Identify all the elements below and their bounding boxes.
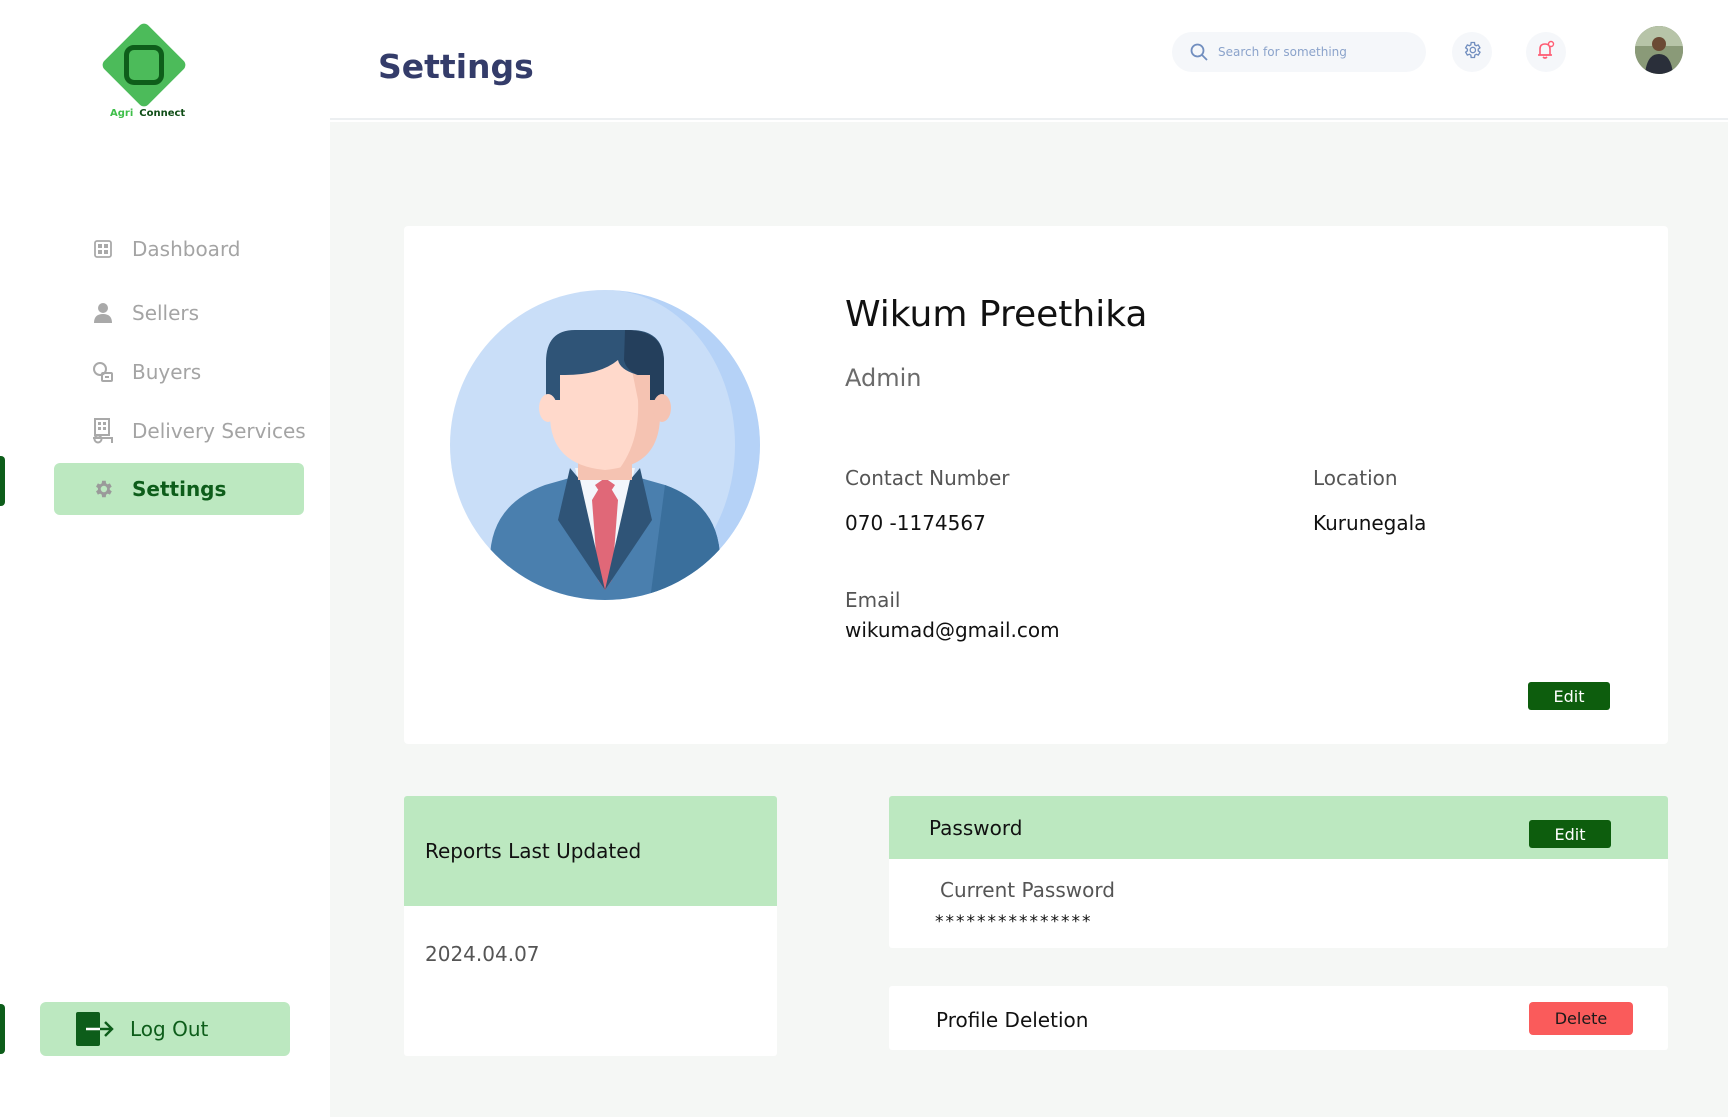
location-label: Location <box>1313 466 1398 490</box>
reports-card: Reports Last Updated 2024.04.07 <box>404 796 777 1056</box>
email-label: Email <box>845 588 901 612</box>
password-card: Password Edit Current Password *********… <box>889 796 1668 948</box>
logout-button[interactable]: Log Out <box>40 1002 290 1056</box>
gear-icon <box>1462 40 1482 64</box>
search-input[interactable] <box>1218 45 1408 59</box>
reports-title: Reports Last Updated <box>404 796 777 906</box>
edit-profile-button[interactable]: Edit <box>1528 682 1610 710</box>
profile-card: Wikum Preethika Admin Contact Number 070… <box>404 226 1668 744</box>
logo-word-agri: Agri <box>110 108 134 119</box>
profile-avatar-illustration <box>450 290 760 600</box>
contact-number-value: 070 -1174567 <box>845 511 986 535</box>
sidebar-item-label: Delivery Services <box>132 419 306 443</box>
sidebar-item-buyers[interactable]: Buyers <box>54 346 304 398</box>
sidebar-item-label: Buyers <box>132 360 202 384</box>
sidebar-item-dashboard[interactable]: Dashboard <box>54 223 304 275</box>
profile-name: Wikum Preethika <box>845 294 1148 335</box>
logo-inner-mark <box>124 45 164 85</box>
current-password-label: Current Password <box>940 878 1115 902</box>
active-nav-indicator <box>0 456 5 506</box>
sidebar: Agri Connect Dashboard Sellers Buyers Del… <box>0 0 330 1117</box>
password-title: Password <box>929 816 1023 840</box>
top-header: Settings <box>330 0 1728 120</box>
reports-date: 2024.04.07 <box>425 942 540 966</box>
contact-number-label: Contact Number <box>845 466 1010 490</box>
search-icon <box>1190 43 1208 61</box>
profile-role: Admin <box>845 364 922 392</box>
sidebar-item-sellers[interactable]: Sellers <box>54 287 304 339</box>
edit-password-button[interactable]: Edit <box>1529 820 1611 848</box>
page-title: Settings <box>378 47 534 86</box>
sidebar-item-settings[interactable]: Settings <box>54 463 304 515</box>
settings-button[interactable] <box>1452 32 1492 72</box>
profile-deletion-label: Profile Deletion <box>936 1008 1089 1032</box>
delete-profile-button[interactable]: Delete <box>1529 1002 1633 1035</box>
email-value: wikumad@gmail.com <box>845 618 1060 642</box>
password-header: Password Edit <box>889 796 1668 859</box>
sidebar-item-label: Settings <box>132 477 227 501</box>
logo-text: Agri Connect <box>110 108 185 119</box>
user-avatar[interactable] <box>1635 26 1683 74</box>
logout-label: Log Out <box>130 1017 209 1041</box>
agri-connect-logo[interactable]: Agri Connect <box>100 21 200 125</box>
delivery-icon <box>92 418 114 444</box>
dashboard-icon <box>92 238 114 260</box>
search-bar[interactable] <box>1172 32 1426 72</box>
profile-deletion-card: Profile Deletion Delete <box>889 986 1668 1050</box>
logo-word-connect: Connect <box>139 108 186 119</box>
current-password-value: *************** <box>935 912 1093 932</box>
location-value: Kurunegala <box>1313 511 1427 535</box>
sidebar-item-delivery-services[interactable]: Delivery Services <box>54 405 306 457</box>
sidebar-item-label: Dashboard <box>132 237 241 261</box>
buyer-icon <box>92 361 114 383</box>
user-icon <box>92 302 114 324</box>
logout-icon <box>76 1012 116 1046</box>
gear-icon <box>92 478 114 500</box>
notifications-button[interactable] <box>1526 32 1566 72</box>
logout-indicator <box>0 1004 5 1054</box>
sidebar-item-label: Sellers <box>132 301 200 325</box>
bell-icon <box>1536 40 1556 64</box>
